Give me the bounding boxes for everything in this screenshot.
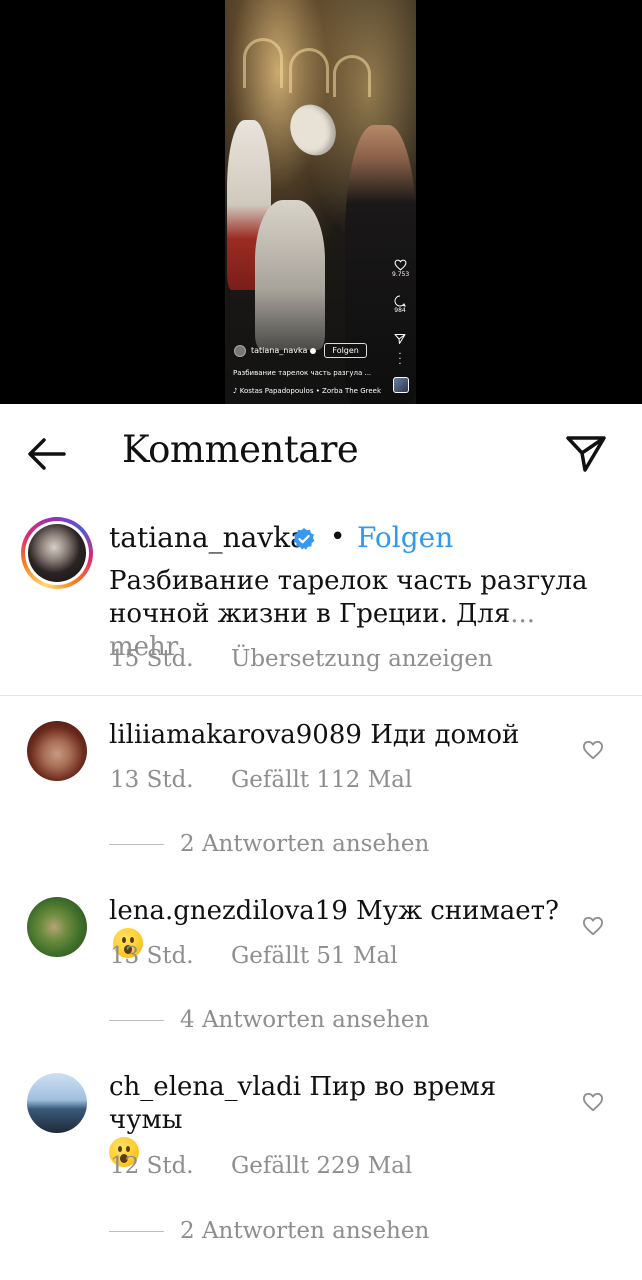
view-replies-button[interactable]: 2 Antworten ansehen [109, 1218, 429, 1244]
story-ring-avatar[interactable] [21, 517, 93, 589]
video-like-button[interactable]: 9.753 [392, 259, 410, 278]
arrow-left-icon [28, 438, 66, 470]
post-timestamp: 15 Std. [110, 646, 194, 672]
video-player-area[interactable]: tatiana_navka Folgen Разбивание тарелок … [0, 0, 642, 404]
plate [282, 97, 344, 163]
verified-icon [310, 347, 317, 354]
comment-timestamp: 13 Std. [110, 943, 194, 969]
comment-item: lena.gnezdilova19 Муж снимает? 13 Std. G… [0, 892, 642, 1042]
comment-meta: 13 Std. Gefällt 112 Mal [110, 767, 442, 793]
video-author-username[interactable]: tatiana_navka [251, 346, 307, 355]
comment-likes[interactable]: Gefällt 51 Mal [231, 943, 398, 969]
video-like-count: 9.753 [392, 271, 410, 278]
comment-text: Иди домой [370, 720, 520, 750]
reel-video[interactable]: tatiana_navka Folgen Разбивание тарелок … [225, 0, 416, 404]
post-meta: 15 Std. Übersetzung anzeigen [110, 646, 523, 672]
send-icon [394, 334, 406, 344]
comment-likes[interactable]: Gefällt 229 Mal [231, 1153, 412, 1179]
music-icon: ♪ [233, 387, 240, 395]
comment-timestamp: 13 Std. [110, 767, 194, 793]
view-replies-label: 2 Antworten ansehen [180, 1218, 430, 1244]
heart-icon[interactable] [582, 916, 604, 936]
comment-likes[interactable]: Gefällt 112 Mal [231, 767, 412, 793]
video-comment-button[interactable]: 984 [392, 295, 408, 314]
video-comment-count: 984 [394, 307, 406, 314]
video-follow-button[interactable]: Folgen [324, 343, 367, 358]
follow-button[interactable]: Folgen [357, 521, 453, 554]
view-replies-button[interactable]: 2 Antworten ansehen [109, 831, 429, 857]
view-replies-label: 4 Antworten ansehen [180, 1007, 430, 1033]
page-title: Kommentare [122, 428, 359, 471]
heart-icon [394, 259, 406, 271]
background-arch [289, 48, 329, 93]
share-button[interactable] [564, 431, 608, 475]
video-music[interactable]: ♪ Kostas Papadopoulos • Zorba The Greek [233, 387, 416, 395]
post-caption-block: tatiana_navka • Folgen Разбивание тарело… [0, 504, 642, 696]
view-replies-label: 2 Antworten ansehen [180, 831, 430, 857]
view-replies-button[interactable]: 4 Antworten ansehen [109, 1007, 429, 1033]
comment-meta: 12 Std. Gefällt 229 Mal [110, 1153, 442, 1179]
separator-dot: • [330, 522, 346, 552]
heart-icon[interactable] [582, 1092, 604, 1112]
verified-badge-icon [293, 528, 315, 550]
avatar[interactable] [27, 721, 87, 781]
comments-sheet: Kommentare tatiana_navka • Folgen Разбив… [0, 404, 642, 1280]
avatar[interactable] [27, 1073, 87, 1133]
comment-item: ch_elena_vladi Пир во время чумы 12 Std.… [0, 1068, 642, 1258]
heart-icon[interactable] [582, 740, 604, 760]
post-username[interactable]: tatiana_navka [109, 521, 307, 554]
send-icon [566, 436, 606, 472]
replies-line [109, 1019, 164, 1021]
back-button[interactable] [26, 434, 68, 474]
table-figure [255, 200, 325, 350]
avatar[interactable] [27, 897, 87, 957]
comment-username[interactable]: liliiamakarova9089 [109, 720, 362, 750]
comments-header: Kommentare [0, 404, 642, 500]
replies-line [109, 1230, 164, 1232]
audio-thumbnail[interactable] [393, 377, 409, 393]
comment-icon [394, 295, 406, 307]
comment-username[interactable]: ch_elena_vladi [109, 1072, 301, 1102]
background-arch [243, 38, 283, 88]
more-options-icon[interactable]: · · · [392, 350, 408, 370]
translate-link[interactable]: Übersetzung anzeigen [231, 646, 493, 672]
background-arch [333, 55, 371, 97]
video-author-avatar[interactable] [234, 344, 246, 357]
comment-timestamp: 12 Std. [110, 1153, 194, 1179]
comment-username[interactable]: lena.gnezdilova19 [109, 896, 348, 926]
comment-meta: 13 Std. Gefällt 51 Mal [110, 943, 428, 969]
divider [0, 695, 642, 696]
avatar [28, 524, 86, 582]
replies-line [109, 843, 164, 845]
comment-text-line: liliiamakarova9089 Иди домой [109, 719, 569, 752]
video-music-label: Kostas Papadopoulos • Zorba The Greek [239, 387, 382, 395]
video-author-row: tatiana_navka Folgen [234, 343, 416, 358]
video-caption[interactable]: Разбивание тарелок часть разгула ... [233, 369, 416, 377]
comment-item: liliiamakarova9089 Иди домой 13 Std. Gef… [0, 716, 642, 866]
video-share-button[interactable] [392, 333, 408, 345]
comment-text: Муж снимает? [356, 896, 559, 926]
